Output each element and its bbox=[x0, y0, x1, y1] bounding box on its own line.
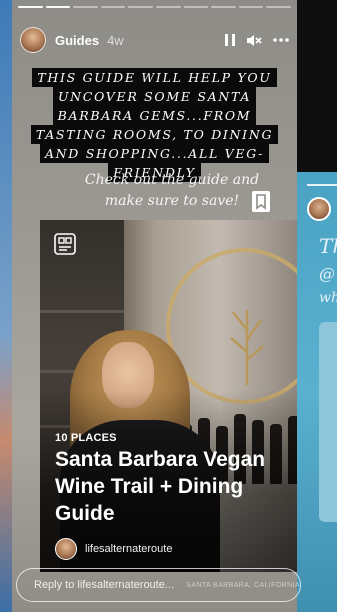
mute-icon[interactable] bbox=[246, 34, 262, 47]
progress-segment bbox=[18, 6, 43, 8]
story-viewer[interactable]: Guides 4w THIS GUIDE WILL HELP YOU UNCOVE… bbox=[12, 0, 297, 612]
guide-title: Santa Barbara Vegan Wine Trail + Dining … bbox=[55, 448, 266, 525]
pause-icon[interactable] bbox=[225, 34, 235, 46]
next-story-text-2: @ bbox=[319, 264, 335, 283]
headline-line: THIS GUIDE WILL HELP YOU bbox=[32, 68, 277, 87]
progress-segment bbox=[100, 6, 126, 8]
cta-line: Check out the guide and bbox=[84, 172, 260, 188]
headline-line: BARBARA GEMS...FROM bbox=[52, 106, 257, 125]
previous-story-peek[interactable] bbox=[0, 0, 12, 612]
next-story-text-3: wh bbox=[319, 290, 337, 306]
story-cta-text: Check out the guide and make sure to sav… bbox=[72, 170, 272, 212]
location-tag: SANTA BARBARA, CALIFORNIA bbox=[186, 581, 300, 589]
progress-segment bbox=[183, 6, 209, 8]
guide-places-count: 10 PLACES bbox=[55, 432, 117, 444]
progress-segment bbox=[45, 6, 71, 8]
progress-segment bbox=[266, 6, 291, 8]
next-story-text-1: Th bbox=[319, 234, 337, 258]
avatar[interactable] bbox=[20, 27, 46, 53]
headline-line: UNCOVER SOME SANTA bbox=[52, 87, 257, 106]
next-story-card bbox=[319, 322, 337, 522]
next-story-peek[interactable]: Th @ wh bbox=[297, 172, 337, 612]
card-photo-tree bbox=[230, 310, 264, 385]
next-story-avatar bbox=[307, 197, 331, 221]
author-name: lifesalternateroute bbox=[85, 543, 173, 555]
reply-input[interactable] bbox=[34, 579, 181, 591]
next-story-progress bbox=[307, 184, 337, 186]
story-headline: THIS GUIDE WILL HELP YOU UNCOVER SOME SAN… bbox=[18, 68, 291, 182]
more-icon[interactable] bbox=[273, 38, 289, 42]
progress-segment bbox=[211, 6, 236, 8]
progress-segment bbox=[73, 6, 98, 8]
progress-segment bbox=[238, 6, 264, 8]
cta-line: make sure to save! bbox=[104, 193, 240, 209]
story-progress bbox=[18, 6, 291, 8]
guide-icon bbox=[54, 233, 76, 255]
reply-bar[interactable]: SANTA BARBARA, CALIFORNIA bbox=[16, 568, 301, 602]
progress-segment bbox=[155, 6, 181, 8]
story-header: Guides 4w bbox=[20, 26, 289, 54]
story-timestamp: 4w bbox=[107, 32, 124, 48]
headline-line: AND SHOPPING...ALL VEG- bbox=[39, 144, 270, 163]
author-avatar bbox=[55, 538, 77, 560]
progress-segment bbox=[128, 6, 153, 8]
guide-card[interactable]: 10 PLACES Santa Barbara Vegan Wine Trail… bbox=[40, 220, 297, 572]
guide-author[interactable]: lifesalternateroute bbox=[55, 538, 172, 560]
headline-line: TASTING ROOMS, TO DINING bbox=[30, 125, 279, 144]
story-username[interactable]: Guides bbox=[55, 33, 99, 48]
bookmark-icon bbox=[252, 191, 270, 217]
